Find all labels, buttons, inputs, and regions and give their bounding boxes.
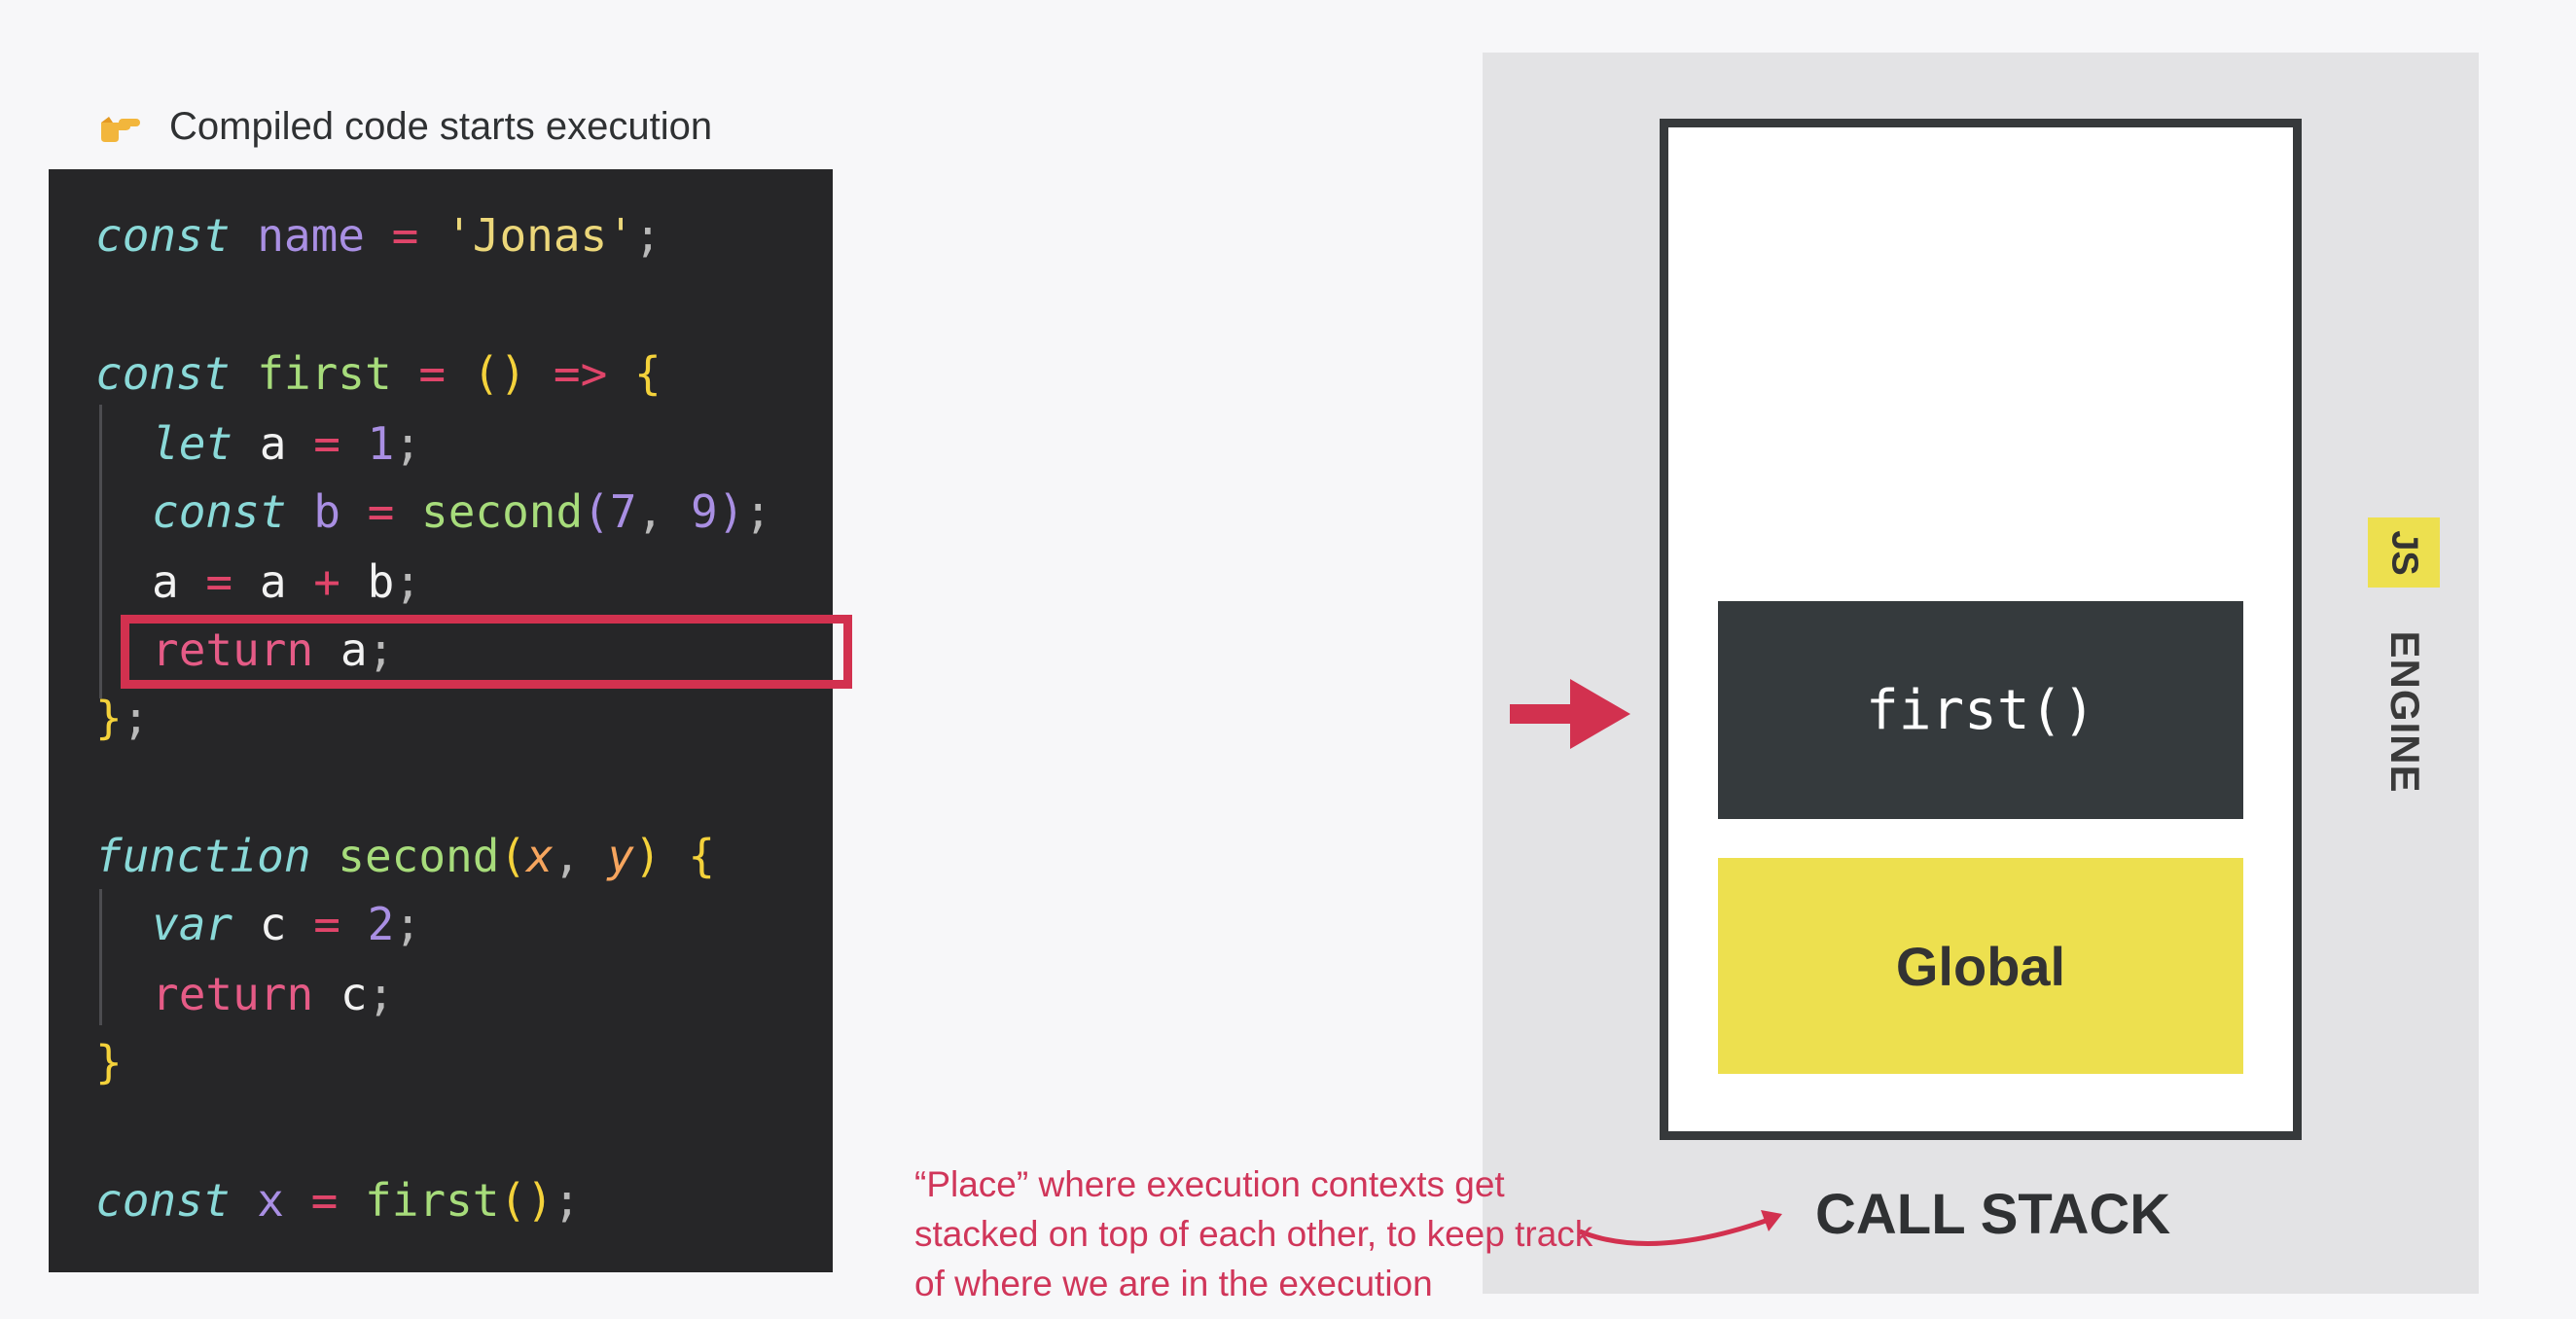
pointing-hand-icon [101, 117, 140, 142]
execution-context-first: first() [1718, 601, 2243, 819]
code-line: a = a + b; [152, 555, 422, 608]
engine-label: ENGINE [2382, 630, 2428, 794]
code-line: const x = first(); [95, 1174, 581, 1227]
slide-header: Compiled code starts execution [97, 97, 712, 156]
indent-guide [99, 889, 102, 1025]
curved-arrow-icon [1579, 1210, 1782, 1246]
header-text: Compiled code starts execution [169, 104, 713, 148]
code-line: } [95, 1036, 123, 1088]
code-line: let a = 1; [152, 417, 422, 470]
code-line: const b = second(7, 9); [152, 485, 772, 538]
code-line: return a; [152, 624, 395, 676]
code-panel: const name = 'Jonas'; const first = () =… [49, 169, 852, 1272]
code-line: const name = 'Jonas'; [95, 209, 662, 262]
code-line: const first = () => { [95, 347, 662, 400]
code-line: }; [95, 692, 150, 744]
call-stack-title: CALL STACK [1815, 1183, 2171, 1246]
arrow-right-icon [1510, 679, 1630, 749]
execution-context-global: Global [1718, 858, 2243, 1074]
js-badge: JS [2368, 517, 2440, 588]
call-stack-note: “Place” where execution contexts get sta… [914, 1164, 1593, 1303]
code-line: return c; [152, 968, 395, 1020]
code-line: function second(x, y) { [95, 830, 716, 882]
indent-guide [99, 405, 102, 698]
code-line: var c = 2; [152, 898, 422, 950]
